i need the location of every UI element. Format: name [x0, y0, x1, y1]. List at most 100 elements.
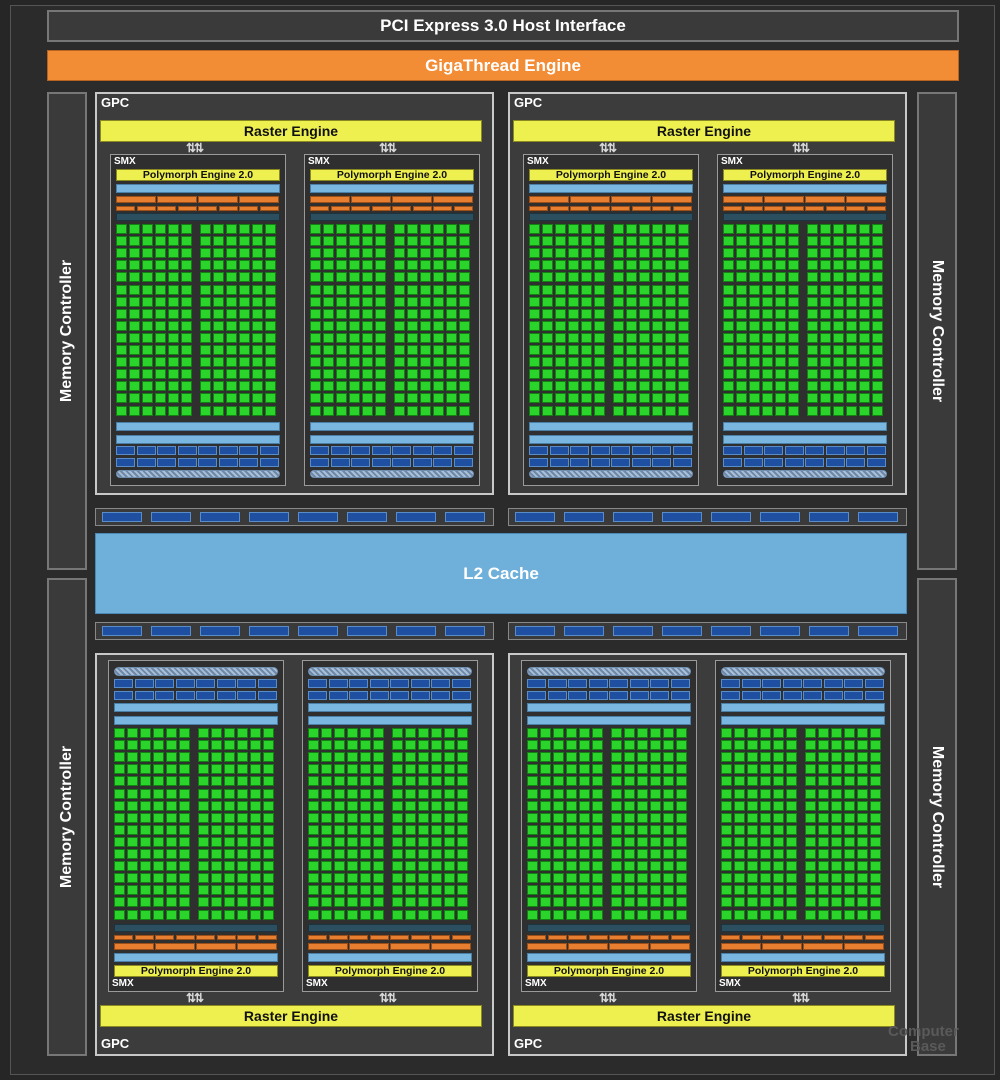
texture-unit — [570, 446, 589, 455]
texture-unit — [721, 679, 740, 688]
texture-unit — [762, 679, 781, 688]
cuda-core — [723, 369, 734, 380]
cuda-core — [592, 812, 603, 823]
cuda-core — [786, 812, 797, 823]
cuda-core — [624, 812, 635, 823]
cuda-core — [226, 332, 237, 343]
cuda-core — [433, 308, 444, 319]
cuda-core — [540, 885, 551, 896]
texture-unit — [155, 691, 174, 700]
cuda-core — [375, 357, 386, 368]
cuda-core — [652, 345, 663, 355]
cuda-core — [226, 320, 237, 331]
cuda-core — [857, 788, 868, 799]
cuda-core — [198, 800, 209, 811]
cuda-core — [239, 332, 250, 343]
cuda-core — [433, 248, 444, 259]
cuda-core — [833, 224, 844, 234]
cuda-core — [459, 320, 470, 331]
bidirectional-arrow-icon: ⇅⇅ — [598, 991, 617, 1005]
cuda-core — [760, 873, 771, 884]
cuda-core — [676, 740, 687, 751]
cuda-core — [114, 836, 125, 847]
cuda-core — [639, 357, 650, 368]
texture-unit — [310, 446, 329, 455]
cuda-core — [760, 812, 771, 823]
cuda-core — [323, 405, 334, 416]
cuda-core — [749, 236, 760, 247]
cuda-core — [762, 284, 773, 295]
cuda-core — [637, 849, 648, 859]
cuda-core — [747, 728, 758, 738]
cuda-core — [872, 272, 883, 283]
cuda-core — [579, 740, 590, 751]
cuda-core — [459, 272, 470, 283]
cuda-core — [846, 236, 857, 247]
cuda-core — [166, 873, 177, 884]
shared-memory — [721, 703, 885, 712]
cuda-core — [542, 332, 553, 343]
cuda-core — [846, 393, 857, 404]
cuda-core — [566, 752, 577, 763]
memory-controller-label: Memory Controller — [929, 745, 946, 889]
cuda-core — [844, 728, 855, 738]
cuda-core — [334, 885, 345, 896]
cuda-core — [540, 812, 551, 823]
cuda-core — [166, 800, 177, 811]
instruction-cache — [116, 184, 280, 193]
cuda-core — [308, 776, 319, 787]
cuda-core — [155, 224, 166, 234]
texture-unit — [177, 446, 197, 455]
cuda-core — [833, 369, 844, 380]
cuda-core — [213, 236, 224, 247]
cuda-core — [788, 369, 799, 380]
cuda-core — [142, 405, 153, 416]
cuda-core — [760, 824, 771, 835]
dispatch-unit — [547, 935, 567, 940]
cuda-core — [749, 369, 760, 380]
dispatch-unit — [410, 935, 430, 940]
cuda-core — [788, 393, 799, 404]
cuda-core — [663, 752, 674, 763]
texture-unit — [371, 458, 391, 467]
host-interface-bar: PCI Express 3.0 Host Interface — [47, 10, 959, 42]
cuda-core — [179, 861, 190, 872]
cuda-core — [818, 740, 829, 751]
cuda-core — [568, 345, 579, 355]
cuda-core — [579, 812, 590, 823]
cuda-core — [308, 824, 319, 835]
warp-scheduler — [310, 196, 350, 203]
texture-unit — [453, 458, 473, 467]
cuda-core — [129, 320, 140, 331]
cuda-core — [420, 332, 431, 343]
cuda-core — [747, 897, 758, 908]
cuda-core — [665, 308, 676, 319]
cuda-core — [773, 849, 784, 859]
cuda-core — [198, 752, 209, 763]
cuda-core — [734, 885, 745, 896]
cuda-core — [336, 236, 347, 247]
cuda-core — [263, 897, 274, 908]
cuda-core — [723, 320, 734, 331]
cuda-core — [872, 320, 883, 331]
cuda-core — [652, 236, 663, 247]
cuda-core — [527, 740, 538, 751]
texture-unit — [114, 691, 133, 700]
texture-unit — [198, 458, 217, 467]
cuda-core — [142, 296, 153, 307]
cuda-core — [624, 873, 635, 884]
cuda-core — [198, 873, 209, 884]
cuda-core — [624, 836, 635, 847]
cuda-core — [594, 381, 605, 392]
cuda-core — [226, 260, 237, 271]
cuda-core — [592, 764, 603, 775]
cuda-core — [116, 369, 127, 380]
cuda-core — [846, 405, 857, 416]
cuda-core — [226, 284, 237, 295]
dispatch-unit — [453, 206, 473, 211]
cuda-core — [431, 873, 442, 884]
cuda-core — [529, 296, 540, 307]
l2-cache-label: L2 Cache — [463, 563, 539, 583]
cuda-core — [542, 236, 553, 247]
cuda-core — [418, 873, 429, 884]
